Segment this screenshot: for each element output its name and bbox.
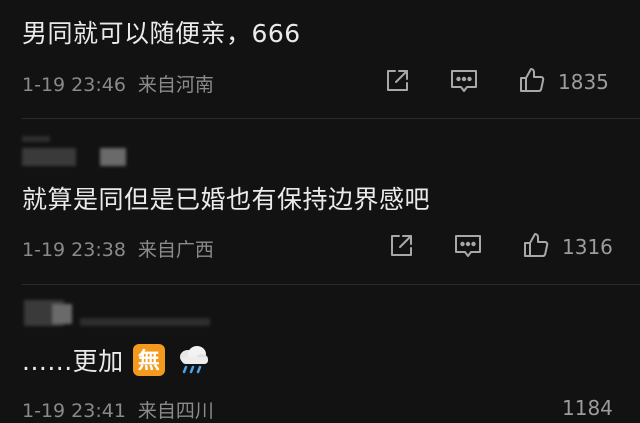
comment-meta: 1-19 23:41 来自四川 (22, 396, 214, 423)
divider (22, 118, 640, 119)
comment-time: 1-19 23:41 (22, 400, 126, 422)
redacted-username (52, 304, 72, 324)
share-icon (387, 70, 408, 91)
comment-icon (451, 70, 477, 92)
share-icon (391, 235, 412, 256)
comment-meta: 1-19 23:38 来自广西 (22, 235, 214, 262)
comment-text: ......更加 無 (22, 342, 211, 384)
like-button[interactable] (518, 66, 546, 94)
comment-icon (455, 235, 481, 257)
redacted-username (80, 318, 210, 326)
comment-location: 来自河南 (137, 74, 214, 96)
rain-cloud-emoji (175, 342, 211, 384)
redacted-username (22, 136, 50, 142)
share-button[interactable] (384, 68, 410, 94)
comment-text: 男同就可以随便亲，666 (22, 19, 301, 48)
like-count: 1316 (562, 235, 613, 259)
like-count: 1184 (562, 396, 613, 420)
comment-text: 就算是同但是已婚也有保持边界感吧 (22, 185, 431, 214)
like-count: 1835 (558, 70, 609, 94)
like-icon (524, 233, 549, 257)
comment-location: 来自广西 (137, 239, 214, 261)
divider (22, 284, 640, 285)
comment-location: 来自四川 (137, 400, 214, 422)
comment-time: 1-19 23:38 (22, 239, 126, 261)
comment-meta: 1-19 23:46 来自河南 (22, 70, 214, 97)
comment-text-content: ......更加 (22, 347, 124, 376)
emoji-glyph: 無 (138, 348, 161, 374)
share-button[interactable] (388, 233, 414, 259)
reply-button[interactable] (454, 233, 482, 259)
redacted-username (100, 148, 126, 166)
redacted-username (22, 148, 76, 166)
like-icon (520, 68, 545, 92)
reply-button[interactable] (450, 68, 478, 94)
no-symbol-emoji: 無 (132, 343, 166, 383)
like-button[interactable] (522, 231, 550, 259)
comment-time: 1-19 23:46 (22, 74, 126, 96)
